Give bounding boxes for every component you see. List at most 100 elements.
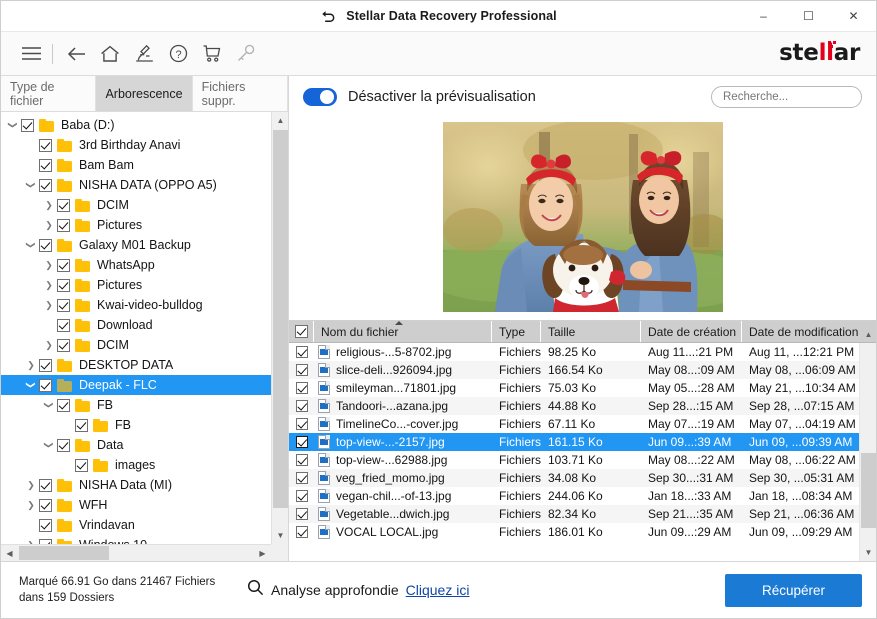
tree-item[interactable]: ❯Pictures xyxy=(1,215,271,235)
tree-item[interactable]: ❯FB xyxy=(1,395,271,415)
menu-icon[interactable] xyxy=(14,37,48,71)
shopping-cart-icon[interactable] xyxy=(195,37,229,71)
row-checkbox[interactable] xyxy=(296,490,308,502)
tree-horizontal-scrollbar[interactable]: ◀ ▶ xyxy=(1,544,288,561)
table-row[interactable]: top-view-...-2157.jpgFichiers161.15 KoJu… xyxy=(289,433,859,451)
back-arrow-icon[interactable] xyxy=(59,37,93,71)
table-row[interactable]: veg_fried_momo.jpgFichiers34.08 KoSep 30… xyxy=(289,469,859,487)
tree-item[interactable]: ❯Baba (D:) xyxy=(1,115,271,135)
column-header-type[interactable]: Type xyxy=(492,321,541,342)
chevron-right-icon[interactable]: ❯ xyxy=(23,537,39,544)
tree-item-checkbox[interactable] xyxy=(39,239,52,252)
tree-item-checkbox[interactable] xyxy=(57,299,70,312)
tree-item-checkbox[interactable] xyxy=(39,479,52,492)
tree-item[interactable]: ❯DCIM xyxy=(1,195,271,215)
deep-scan-link[interactable]: Cliquez ici xyxy=(406,582,470,598)
tree-item[interactable]: ❯Vrindavan xyxy=(1,515,271,535)
row-checkbox[interactable] xyxy=(296,472,308,484)
row-checkbox[interactable] xyxy=(296,418,308,430)
row-checkbox-cell[interactable] xyxy=(289,364,314,376)
row-checkbox[interactable] xyxy=(296,364,308,376)
tree-item-checkbox[interactable] xyxy=(57,279,70,292)
tree-item[interactable]: ❯Data xyxy=(1,435,271,455)
chevron-right-icon[interactable]: ❯ xyxy=(41,257,57,273)
tree-item-checkbox[interactable] xyxy=(57,199,70,212)
tab-file-type[interactable]: Type de fichier xyxy=(1,76,96,111)
table-row[interactable]: TimelineCo...-cover.jpgFichiers67.11 KoM… xyxy=(289,415,859,433)
tree-item-checkbox[interactable] xyxy=(57,219,70,232)
table-row[interactable]: smileyman...71801.jpgFichiers75.03 KoMay… xyxy=(289,379,859,397)
tree-item[interactable]: ❯DCIM xyxy=(1,335,271,355)
tree-item-checkbox[interactable] xyxy=(75,459,88,472)
tree-item-checkbox[interactable] xyxy=(57,399,70,412)
file-scroll-down-button[interactable]: ▼ xyxy=(860,544,876,561)
tree-scroll-right-button[interactable]: ▶ xyxy=(254,545,271,561)
tree-vertical-scrollbar[interactable]: ▲ ▼ xyxy=(271,112,288,544)
tree-item-checkbox[interactable] xyxy=(39,159,52,172)
chevron-down-icon[interactable]: ❯ xyxy=(23,177,39,193)
home-icon[interactable] xyxy=(93,37,127,71)
file-scroll-thumb[interactable] xyxy=(861,453,876,528)
tree-item[interactable]: ❯images xyxy=(1,455,271,475)
row-checkbox-cell[interactable] xyxy=(289,526,314,538)
minimize-button[interactable]: – xyxy=(741,1,786,32)
tree-item[interactable]: ❯FB xyxy=(1,415,271,435)
tree-item-checkbox[interactable] xyxy=(39,379,52,392)
tree-item[interactable]: ❯DESKTOP DATA xyxy=(1,355,271,375)
chevron-right-icon[interactable]: ❯ xyxy=(23,477,39,493)
row-checkbox-cell[interactable] xyxy=(289,472,314,484)
row-checkbox[interactable] xyxy=(296,436,308,448)
select-all-header[interactable] xyxy=(289,321,314,342)
tree-item-checkbox[interactable] xyxy=(57,319,70,332)
maximize-button[interactable]: ☐ xyxy=(786,1,831,32)
tree-item-checkbox[interactable] xyxy=(75,419,88,432)
table-row[interactable]: religious-...5-8702.jpgFichiers98.25 KoA… xyxy=(289,343,859,361)
table-row[interactable]: slice-deli...926094.jpgFichiers166.54 Ko… xyxy=(289,361,859,379)
tab-deleted-files[interactable]: Fichiers suppr. xyxy=(193,76,288,111)
file-table-scrollbar[interactable]: ▲ ▼ xyxy=(859,343,876,561)
tree-item-checkbox[interactable] xyxy=(57,259,70,272)
tree-item[interactable]: ❯Kwai-video-bulldog xyxy=(1,295,271,315)
column-header-created[interactable]: Date de création xyxy=(641,321,742,342)
chevron-down-icon[interactable]: ❯ xyxy=(23,237,39,253)
key-icon[interactable] xyxy=(229,37,263,71)
table-row[interactable]: vegan-chil...-of-13.jpgFichiers244.06 Ko… xyxy=(289,487,859,505)
row-checkbox-cell[interactable] xyxy=(289,490,314,502)
column-header-size[interactable]: Taille xyxy=(541,321,641,342)
chevron-right-icon[interactable]: ❯ xyxy=(41,337,57,353)
chevron-down-icon[interactable]: ❯ xyxy=(41,437,57,453)
folder-tree[interactable]: ❯Baba (D:)❯3rd Birthday Anavi❯Bam Bam❯NI… xyxy=(1,112,271,544)
tree-item[interactable]: ❯NISHA Data (MI) xyxy=(1,475,271,495)
tree-item-checkbox[interactable] xyxy=(39,179,52,192)
chevron-right-icon[interactable]: ❯ xyxy=(41,217,57,233)
row-checkbox[interactable] xyxy=(296,526,308,538)
row-checkbox-cell[interactable] xyxy=(289,454,314,466)
tree-item-checkbox[interactable] xyxy=(39,519,52,532)
row-checkbox[interactable] xyxy=(296,508,308,520)
recover-button[interactable]: Récupérer xyxy=(725,574,862,607)
chevron-down-icon[interactable]: ❯ xyxy=(41,397,57,413)
tree-item[interactable]: ❯NISHA DATA (OPPO A5) xyxy=(1,175,271,195)
row-checkbox[interactable] xyxy=(296,454,308,466)
row-checkbox[interactable] xyxy=(296,382,308,394)
row-checkbox-cell[interactable] xyxy=(289,346,314,358)
file-table-body[interactable]: religious-...5-8702.jpgFichiers98.25 KoA… xyxy=(289,343,859,561)
search-input[interactable] xyxy=(723,91,877,103)
tree-item-checkbox[interactable] xyxy=(39,139,52,152)
tree-hscroll-thumb[interactable] xyxy=(19,546,109,560)
chevron-right-icon[interactable]: ❯ xyxy=(41,277,57,293)
tree-item-checkbox[interactable] xyxy=(21,119,34,132)
microscope-icon[interactable] xyxy=(127,37,161,71)
disable-preview-toggle[interactable] xyxy=(303,88,337,106)
tree-item[interactable]: ❯Windows 10 xyxy=(1,535,271,544)
file-scroll-up-button[interactable]: ▲ xyxy=(860,326,876,343)
chevron-right-icon[interactable]: ❯ xyxy=(41,297,57,313)
table-row[interactable]: VOCAL LOCAL.jpgFichiers186.01 KoJun 09..… xyxy=(289,523,859,541)
table-row[interactable]: top-view-...62988.jpgFichiers103.71 KoMa… xyxy=(289,451,859,469)
tree-scroll-left-button[interactable]: ◀ xyxy=(1,545,18,561)
row-checkbox-cell[interactable] xyxy=(289,418,314,430)
chevron-right-icon[interactable]: ❯ xyxy=(41,197,57,213)
row-checkbox-cell[interactable] xyxy=(289,382,314,394)
row-checkbox-cell[interactable] xyxy=(289,508,314,520)
tree-item[interactable]: ❯3rd Birthday Anavi xyxy=(1,135,271,155)
